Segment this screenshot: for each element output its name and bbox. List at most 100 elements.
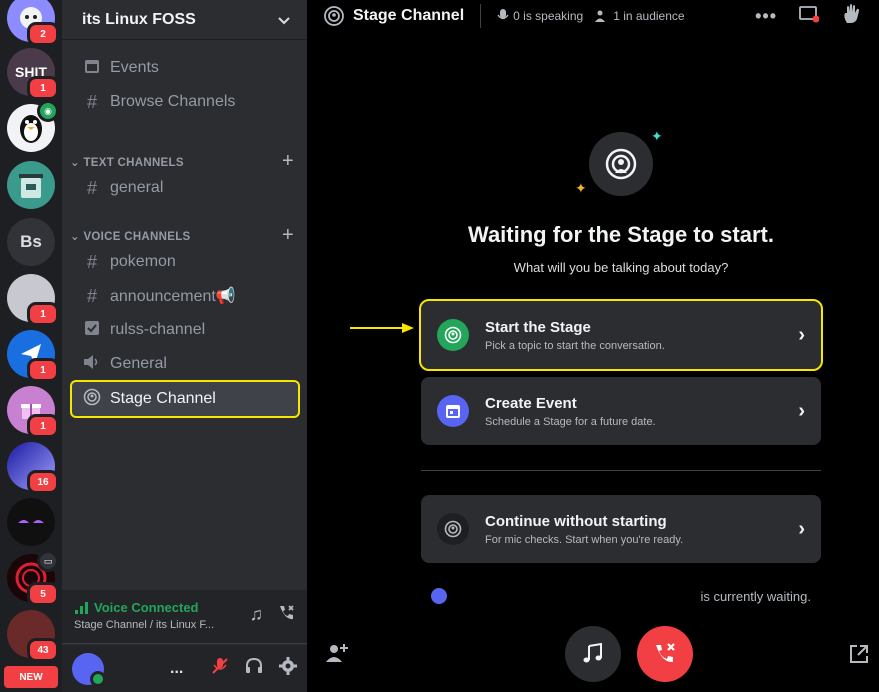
new-badge[interactable]: NEW [4, 666, 58, 688]
stage-live-icon: ◉ [37, 100, 59, 122]
stage-icon [324, 6, 344, 26]
chevron-right-icon: › [798, 399, 805, 422]
stage-waiting-subtitle: What will you be talking about today? [513, 260, 729, 275]
unread-badge: 16 [27, 470, 59, 494]
channel-stage[interactable]: Stage Channel [70, 380, 300, 418]
people-icon [595, 10, 606, 22]
channel-pokemon[interactable]: # pokemon [72, 246, 298, 278]
raise-hand-icon[interactable] [841, 3, 863, 30]
sparkle-icon: ✦ [651, 128, 663, 144]
add-channel-icon[interactable]: + [282, 150, 294, 173]
nav-browse-channels[interactable]: # Browse Channels [72, 86, 298, 118]
screen-share-icon[interactable] [799, 5, 820, 28]
stage-icon [437, 319, 469, 351]
channel-general-text[interactable]: # general [72, 172, 298, 204]
server-icon-12[interactable]: 43 [7, 610, 59, 662]
hash-icon: # [86, 285, 97, 306]
unread-badge: 1 [27, 302, 59, 326]
server-icon-2[interactable]: SHIT 1 [7, 48, 59, 100]
stage-main: Stage Channel 0 is speaking 1 in audienc… [307, 0, 879, 692]
server-icon-3[interactable]: ◉ [7, 100, 59, 152]
chevron-right-icon: › [798, 323, 805, 346]
divider [421, 470, 821, 471]
category-text-channels[interactable]: ⌄ TEXT CHANNELS + [70, 150, 298, 173]
browse-channels-icon: # [86, 91, 97, 112]
create-event-button[interactable]: Create Event Schedule a Stage for a futu… [421, 377, 821, 445]
hash-icon: # [86, 177, 97, 198]
category-label: ⌄ TEXT CHANNELS [70, 156, 184, 169]
trash-bin-icon [19, 174, 43, 198]
chevron-down-icon [278, 16, 290, 24]
server-icon-11[interactable]: ▭ 5 [7, 550, 59, 606]
unread-badge: 5 [27, 582, 59, 606]
nav-browse-label: Browse Channels [110, 93, 236, 110]
start-stage-button[interactable]: Start the Stage Pick a topic to start th… [419, 299, 823, 371]
headphones-icon[interactable] [245, 657, 263, 680]
server-icon-bs[interactable]: Bs [7, 218, 55, 266]
add-channel-icon[interactable]: + [282, 224, 294, 247]
option-title: Start the Stage [485, 318, 591, 336]
invite-user-icon[interactable] [325, 642, 349, 669]
channel-title: Stage Channel [353, 7, 465, 24]
server-icon-7[interactable]: 1 [7, 330, 59, 382]
channel-topbar: Stage Channel 0 is speaking 1 in audienc… [307, 0, 879, 32]
signal-icon [75, 601, 88, 614]
guild-name: its Linux FOSS [82, 10, 196, 28]
server-icon-8[interactable]: 1 [7, 386, 59, 438]
screen-share-icon: ▭ [37, 550, 59, 572]
unread-badge: 2 [27, 22, 59, 46]
stage-icon [437, 513, 469, 545]
server-icon-4[interactable] [7, 161, 55, 209]
annotation-arrow [350, 323, 414, 333]
category-voice-channels[interactable]: ⌄ VOICE CHANNELS + [70, 224, 298, 247]
username-dots: ... [170, 659, 184, 677]
soundboard-button[interactable] [565, 626, 621, 682]
unread-badge: 1 [27, 76, 59, 100]
channel-announcement[interactable]: # announcement📢 [72, 280, 298, 312]
channel-label: rulss-channel [110, 321, 206, 338]
music-icon[interactable]: ♫ [250, 604, 264, 627]
server-label: Bs [20, 232, 42, 251]
stage-hero-icon [589, 132, 653, 196]
eyes-icon [18, 520, 44, 523]
channel-rulss[interactable]: rulss-channel [72, 314, 298, 346]
channel-label: announcement📢 [110, 288, 236, 305]
speaker-icon [82, 354, 102, 375]
server-icon-9[interactable]: 16 [7, 442, 59, 494]
unread-badge: 1 [27, 358, 59, 382]
sparkle-icon: ✦ [575, 180, 587, 196]
server-icon-6[interactable]: 1 [7, 274, 59, 326]
guild-header[interactable]: its Linux FOSS [62, 0, 307, 40]
server-rail: 2 SHIT 1 ◉ Bs 1 1 1 16 ▭ 5 43 NEW [0, 0, 62, 692]
calendar-icon [437, 395, 469, 427]
stage-waiting-title: Waiting for the Stage to start. [468, 222, 774, 247]
option-title: Continue without starting [485, 512, 667, 530]
channel-label: general [110, 179, 164, 196]
waiting-status: is currently waiting. [431, 588, 811, 604]
more-options-icon[interactable]: ••• [755, 6, 777, 27]
category-label: ⌄ VOICE CHANNELS [70, 230, 191, 243]
channel-general-voice[interactable]: General [72, 348, 298, 380]
channel-label: Stage Channel [110, 390, 216, 407]
continue-without-starting-button[interactable]: Continue without starting For mic checks… [421, 495, 821, 563]
disconnect-icon[interactable] [277, 604, 295, 627]
server-icon-1[interactable]: 2 [7, 0, 59, 46]
popout-icon[interactable] [849, 644, 869, 669]
avatar[interactable] [72, 652, 106, 687]
divider [480, 4, 482, 28]
mic-muted-icon[interactable] [211, 657, 229, 680]
nav-events-label: Events [110, 59, 159, 76]
chevron-right-icon: › [798, 517, 805, 540]
gear-icon[interactable] [279, 657, 297, 680]
channel-label: General [110, 355, 167, 372]
music-icon [583, 642, 602, 663]
mic-icon [497, 9, 509, 20]
audience-count: 1 in audience [595, 9, 685, 23]
option-description: Pick a topic to start the conversation. [485, 339, 665, 352]
rules-check-icon [82, 320, 102, 341]
server-icon-10[interactable] [7, 498, 55, 546]
unread-badge: 43 [27, 638, 59, 662]
nav-events[interactable]: Events [72, 52, 298, 84]
disconnect-button[interactable] [637, 626, 693, 682]
voice-connected-panel: Voice Connected Stage Channel / its Linu… [62, 590, 307, 644]
